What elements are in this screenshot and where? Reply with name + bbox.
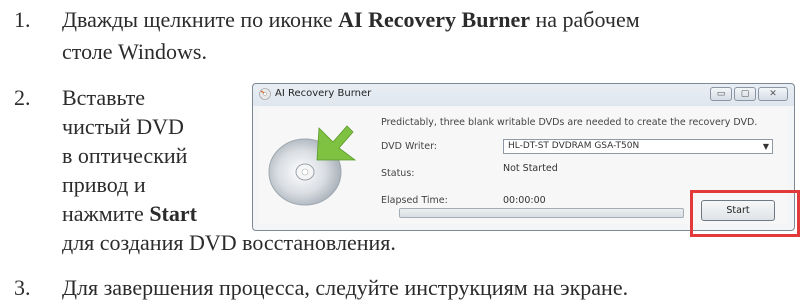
step-1-number: 1. (14, 7, 31, 32)
step-2-line-5: нажмите Start (62, 200, 197, 228)
info-text: Predictably, three blank writable DVDs a… (381, 117, 758, 128)
step-2-number: 2. (14, 85, 31, 110)
step-2-start-bold: Start (149, 201, 197, 226)
step-2-line-3: в оптический (62, 143, 188, 168)
step-2-line-2: чистый DVD (62, 114, 184, 139)
status-label: Status: (381, 168, 415, 179)
status-value: Not Started (503, 163, 558, 174)
step-1-post: на рабочем (529, 7, 640, 32)
start-highlight-box (690, 190, 800, 237)
window-title: AI Recovery Burner (275, 88, 372, 99)
step-1-line2: столе Windows. (62, 39, 207, 64)
step-2-line-4: привод и (62, 172, 146, 197)
step-1-pre: Дважды щелкните по иконке (62, 7, 339, 32)
chevron-down-icon[interactable]: ▼ (763, 140, 769, 153)
step-2-line-1: Вставьте (62, 85, 146, 110)
step-2-line-6: для создания DVD восстановления. (62, 230, 396, 255)
maximize-icon[interactable]: ▢ (734, 87, 756, 101)
elapsed-time-value: 00:00:00 (503, 195, 546, 206)
step-1-bold: AI Recovery Burner (338, 7, 530, 32)
burn-progress-bar (399, 208, 684, 218)
step-3-number: 3. (14, 275, 31, 300)
step-1-text: Дважды щелкните по иконке AI Recovery Bu… (62, 6, 640, 34)
step-3-text: Для завершения процесса, следуйте инстру… (62, 275, 629, 300)
window-titlebar: AI Recovery Burner ▭ ▢ ✕ (253, 84, 794, 106)
dvd-writer-select[interactable]: HL-DT-ST DVDRAM GSA-T50N ▼ (503, 139, 773, 154)
dvd-writer-label: DVD Writer: (381, 141, 438, 152)
step-2-line-5-pre: нажмите (62, 201, 150, 226)
elapsed-time-label: Elapsed Time: (381, 195, 448, 206)
disc-icon (259, 88, 271, 100)
dvd-disc-icon (268, 125, 357, 206)
dvd-writer-value: HL-DT-ST DVDRAM GSA-T50N (508, 141, 640, 151)
window-controls: ▭ ▢ ✕ (710, 87, 788, 101)
close-icon[interactable]: ✕ (758, 87, 788, 101)
minimize-icon[interactable]: ▭ (710, 87, 732, 101)
